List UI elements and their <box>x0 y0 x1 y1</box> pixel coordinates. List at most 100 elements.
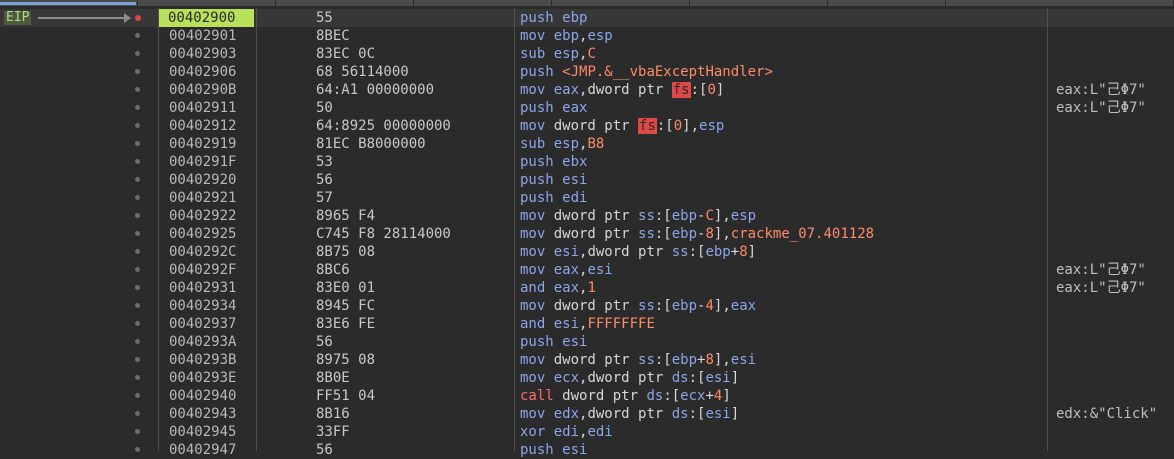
asm-token: dword ptr <box>553 298 639 314</box>
asm-token: esi <box>705 406 731 422</box>
tab-4[interactable] <box>414 0 552 6</box>
instruction-row[interactable]: 00402920 56 push esi <box>0 171 1174 189</box>
tab-6[interactable] <box>690 0 828 6</box>
instruction-row[interactable]: 00402900 55 push ebp <box>0 9 1174 27</box>
instruction-text: mov edx,dword ptr ds:[esi] <box>520 405 739 423</box>
active-tab-indicator <box>0 2 136 5</box>
column-divider <box>158 8 159 451</box>
instruction-row[interactable]: 00402940 FF51 04 call dword ptr ds:[ecx+4] <box>0 387 1174 405</box>
instruction-address: 0040291F <box>169 154 237 170</box>
asm-token: ecx <box>553 370 580 386</box>
breakpoint-dot-icon[interactable] <box>135 213 140 218</box>
asm-token: B8 <box>587 136 605 152</box>
instruction-row[interactable]: 00402947 56 push esi <box>0 441 1174 459</box>
asm-token: dword ptr <box>553 226 639 242</box>
breakpoint-dot-icon[interactable] <box>135 339 140 344</box>
asm-token: mov <box>520 226 554 242</box>
breakpoint-dot-icon[interactable] <box>135 33 140 38</box>
tab-7[interactable] <box>828 0 946 6</box>
instruction-bytes: 64:A1 00000000 <box>316 82 435 98</box>
instruction-row[interactable]: 00402934 8945 FC mov dword ptr ss:[ebp-4],… <box>0 297 1174 315</box>
instruction-row[interactable]: 0040293A 56 push esi <box>0 333 1174 351</box>
instruction-text: mov eax,dword ptr fs:[0] <box>520 81 724 99</box>
tab-3[interactable] <box>276 0 414 6</box>
breakpoint-dot-icon[interactable] <box>135 393 140 398</box>
tab-2[interactable] <box>138 0 276 6</box>
instruction-text: push ebp <box>520 9 587 27</box>
instruction-address: 00402947 <box>169 442 237 458</box>
instruction-row[interactable]: 00402906 68 56114000 push <JMP.&__vbaExcep… <box>0 63 1174 81</box>
instruction-row[interactable]: 00402901 8BEC mov ebp,esp <box>0 27 1174 45</box>
breakpoint-dot-icon[interactable] <box>135 105 140 110</box>
breakpoint-dot-icon[interactable] <box>135 321 140 326</box>
breakpoint-dot-icon[interactable] <box>135 51 140 56</box>
breakpoint-dot-icon[interactable] <box>135 447 140 452</box>
breakpoint-dot-icon[interactable] <box>135 357 140 362</box>
asm-token: ] <box>730 406 740 422</box>
instruction-comment: eax:L"⼰Φ7" <box>1056 100 1146 116</box>
instruction-address: 0040293A <box>169 334 237 350</box>
instruction-row[interactable]: 00402921 57 push edi <box>0 189 1174 207</box>
asm-token: ] <box>715 82 725 98</box>
breakpoint-dot-icon[interactable] <box>135 375 140 380</box>
tab-8[interactable] <box>946 0 1174 6</box>
breakpoint-dot-icon[interactable] <box>135 159 140 164</box>
instruction-row[interactable]: 00402943 8B16 mov edx,dword ptr ds:[esi] ed… <box>0 405 1174 423</box>
instruction-row[interactable]: 0040292F 8BC6 mov eax,esi eax:L"⼰Φ7" <box>0 261 1174 279</box>
asm-token: esi <box>553 316 580 332</box>
eip-arrow-head-icon <box>124 13 131 23</box>
instruction-row[interactable]: 0040291F 53 push ebx <box>0 153 1174 171</box>
instruction-row[interactable]: 0040293B 8975 08 mov dword ptr ss:[ebp+8],… <box>0 351 1174 369</box>
breakpoint-dot-icon[interactable] <box>135 177 140 182</box>
asm-token: push <box>520 334 563 350</box>
breakpoint-dot-icon[interactable] <box>135 123 140 128</box>
asm-token: esi <box>705 370 731 386</box>
breakpoint-dot-icon[interactable] <box>135 303 140 308</box>
asm-token: ebp <box>671 352 698 368</box>
asm-token: esp <box>553 46 580 62</box>
instruction-row[interactable]: 00402925 C745 F8 28114000 mov dword ptr ss… <box>0 225 1174 243</box>
instruction-address: 00402919 <box>169 136 237 152</box>
breakpoint-dot-icon[interactable] <box>135 285 140 290</box>
breakpoint-dot-icon[interactable] <box>135 15 141 21</box>
breakpoint-dot-icon[interactable] <box>135 249 140 254</box>
asm-token: push <box>520 154 563 170</box>
instruction-row[interactable]: 00402931 83E0 01 and eax,1 eax:L"⼰Φ7" <box>0 279 1174 297</box>
instruction-comment: edx:&"Click" <box>1056 406 1158 422</box>
asm-token: esi <box>553 244 580 260</box>
instruction-address: 00402940 <box>169 388 237 404</box>
breakpoint-dot-icon[interactable] <box>135 267 140 272</box>
instruction-text: push esi <box>520 171 587 189</box>
breakpoint-dot-icon[interactable] <box>135 231 140 236</box>
breakpoint-dot-icon[interactable] <box>135 141 140 146</box>
instruction-row[interactable]: 00402912 64:8925 00000000 mov dword ptr fs… <box>0 117 1174 135</box>
asm-token: :[ <box>690 82 708 98</box>
instruction-text: push ebx <box>520 153 587 171</box>
instruction-row[interactable]: 0040293E 8B0E mov ecx,dword ptr ds:[esi] <box>0 369 1174 387</box>
instruction-bytes: 68 56114000 <box>316 64 409 80</box>
instruction-row[interactable]: 00402937 83E6 FE and esi,FFFFFFFE <box>0 315 1174 333</box>
instruction-row[interactable]: 00402903 83EC 0C sub esp,C <box>0 45 1174 63</box>
instruction-comment: eax:L"⼰Φ7" <box>1056 82 1146 98</box>
breakpoint-dot-icon[interactable] <box>135 87 140 92</box>
instruction-row[interactable]: 00402919 81EC B8000000 sub esp,B8 <box>0 135 1174 153</box>
breakpoint-dot-icon[interactable] <box>135 69 140 74</box>
tab-5[interactable] <box>552 0 690 6</box>
instruction-text: sub esp,C <box>520 45 596 63</box>
asm-token: C <box>705 208 714 224</box>
instruction-text: mov ecx,dword ptr ds:[esi] <box>520 369 739 387</box>
asm-token: ebp <box>671 226 698 242</box>
asm-token: esi <box>730 352 757 368</box>
asm-token: push <box>520 172 563 188</box>
instruction-row[interactable]: 00402911 50 push eax eax:L"⼰Φ7" <box>0 99 1174 117</box>
instruction-address: 00402937 <box>169 316 237 332</box>
instruction-row[interactable]: 0040290B 64:A1 00000000 mov eax,dword ptr … <box>0 81 1174 99</box>
asm-token: edi <box>562 190 588 206</box>
breakpoint-dot-icon[interactable] <box>135 195 140 200</box>
instruction-row[interactable]: 0040292C 8B75 08 mov esi,dword ptr ss:[ebp… <box>0 243 1174 261</box>
breakpoint-dot-icon[interactable] <box>135 429 140 434</box>
instruction-row[interactable]: 00402945 33FF xor edi,edi <box>0 423 1174 441</box>
breakpoint-dot-icon[interactable] <box>135 411 140 416</box>
instruction-row[interactable]: 00402922 8965 F4 mov dword ptr ss:[ebp-C],… <box>0 207 1174 225</box>
instruction-comment: eax:L"⼰Φ7" <box>1056 280 1146 296</box>
